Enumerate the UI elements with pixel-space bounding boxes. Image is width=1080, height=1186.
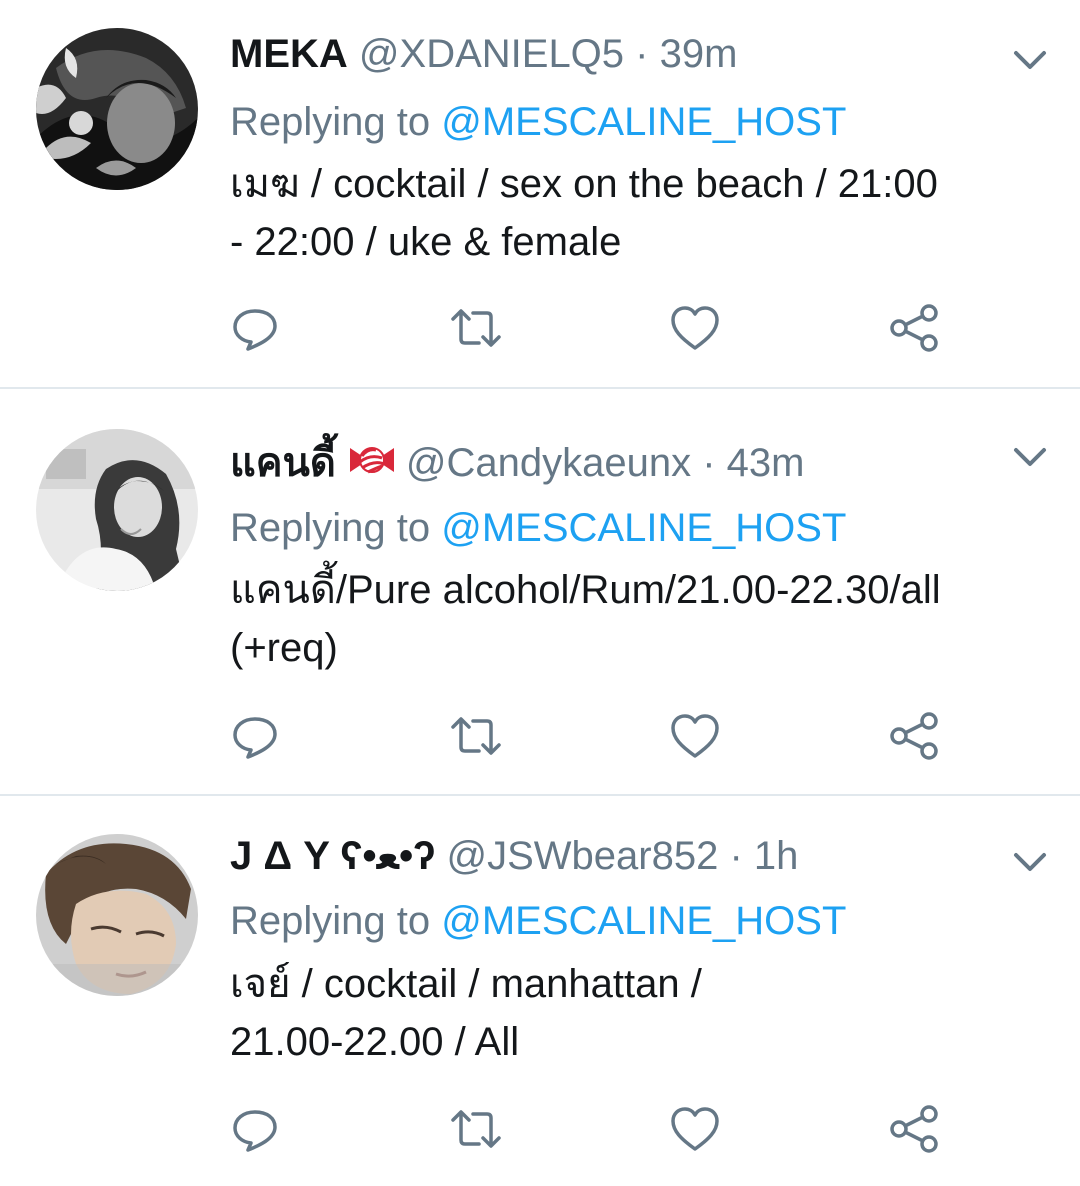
like-button[interactable]	[665, 1099, 725, 1159]
retweet-button[interactable]	[446, 298, 506, 358]
tweet[interactable]: MEKA @XDANIELQ5 · 39m Replying to @MESCA…	[0, 0, 1080, 388]
user-handle[interactable]: @XDANIELQ5	[359, 32, 624, 76]
tweet-text-line: - 22:00 / uke & female	[230, 220, 622, 264]
tweet-text-line: (+req)	[230, 626, 338, 670]
like-button[interactable]	[665, 298, 725, 358]
share-icon	[890, 712, 938, 760]
display-name[interactable]: J Δ Y ʕ•ﻌ•ʔ	[230, 834, 435, 878]
share-button[interactable]	[884, 706, 944, 766]
timestamp[interactable]: 43m	[727, 441, 805, 485]
display-name[interactable]: แคนดี้	[230, 441, 336, 485]
chevron-down-icon[interactable]	[1012, 48, 1048, 72]
tweet[interactable]: J Δ Y ʕ•ﻌ•ʔ @JSWbear852 · 1h Replying to…	[0, 796, 1080, 1186]
tweet-text-line: เมฆ / cocktail / sex on the beach / 21:0…	[230, 162, 938, 206]
avatar[interactable]	[36, 28, 198, 190]
reply-icon	[233, 717, 277, 759]
like-icon	[671, 306, 719, 350]
timestamp[interactable]: 39m	[660, 32, 738, 76]
separator-dot: ·	[729, 834, 743, 878]
replying-prefix: Replying to	[230, 100, 431, 144]
like-icon	[671, 1107, 719, 1151]
candy-icon	[349, 447, 394, 474]
chevron-down-icon[interactable]	[1012, 445, 1048, 469]
tweet-text-line: แคนดี้/Pure alcohol/Rum/21.00-22.30/all	[230, 568, 941, 612]
share-icon	[890, 1105, 938, 1153]
reply-mention-link[interactable]: @MESCALINE_HOST	[441, 100, 846, 144]
tweet-text: แคนดี้/Pure alcohol/Rum/21.00-22.30/all …	[230, 561, 1060, 677]
retweet-icon	[451, 717, 501, 755]
avatar[interactable]	[36, 834, 198, 996]
tweet-header: J Δ Y ʕ•ﻌ•ʔ @JSWbear852 · 1h	[230, 832, 798, 880]
tweet-header: MEKA @XDANIELQ5 · 39m	[230, 30, 737, 78]
replying-prefix: Replying to	[230, 506, 431, 550]
like-button[interactable]	[665, 706, 725, 766]
chevron-down-icon[interactable]	[1012, 850, 1048, 874]
tweet-text: เมฆ / cocktail / sex on the beach / 21:0…	[230, 155, 1060, 271]
tweet-header: แคนดี้ @Candykaeunx · 43m	[230, 439, 804, 487]
separator-dot: ·	[702, 441, 716, 485]
display-name[interactable]: MEKA	[230, 32, 348, 76]
tweet-text: เจย์ / cocktail / manhattan / 21.00-22.0…	[230, 955, 1060, 1071]
retweet-button[interactable]	[446, 706, 506, 766]
reply-icon	[233, 309, 277, 351]
retweet-icon	[451, 1110, 501, 1148]
share-button[interactable]	[884, 298, 944, 358]
reply-button[interactable]	[225, 706, 285, 766]
replying-to: Replying to @MESCALINE_HOST	[230, 504, 846, 552]
avatar[interactable]	[36, 429, 198, 591]
tweet-text-line: 21.00-22.00 / All	[230, 1020, 520, 1064]
timestamp[interactable]: 1h	[754, 834, 799, 878]
replying-to: Replying to @MESCALINE_HOST	[230, 98, 846, 146]
user-handle[interactable]: @Candykaeunx	[406, 441, 691, 485]
replying-prefix: Replying to	[230, 899, 431, 943]
separator-dot: ·	[635, 32, 649, 76]
user-handle[interactable]: @JSWbear852	[447, 834, 719, 878]
share-icon	[890, 304, 938, 352]
like-icon	[671, 714, 719, 758]
reply-button[interactable]	[225, 298, 285, 358]
tweet[interactable]: แคนดี้ @Candykaeunx · 43m Replying to @M…	[0, 389, 1080, 794]
replying-to: Replying to @MESCALINE_HOST	[230, 897, 846, 945]
reply-mention-link[interactable]: @MESCALINE_HOST	[441, 506, 846, 550]
retweet-icon	[451, 309, 501, 347]
tweet-text-line: เจย์ / cocktail / manhattan /	[230, 962, 702, 1006]
retweet-button[interactable]	[446, 1099, 506, 1159]
reply-button[interactable]	[225, 1099, 285, 1159]
reply-icon	[233, 1110, 277, 1152]
share-button[interactable]	[884, 1099, 944, 1159]
reply-mention-link[interactable]: @MESCALINE_HOST	[441, 899, 846, 943]
